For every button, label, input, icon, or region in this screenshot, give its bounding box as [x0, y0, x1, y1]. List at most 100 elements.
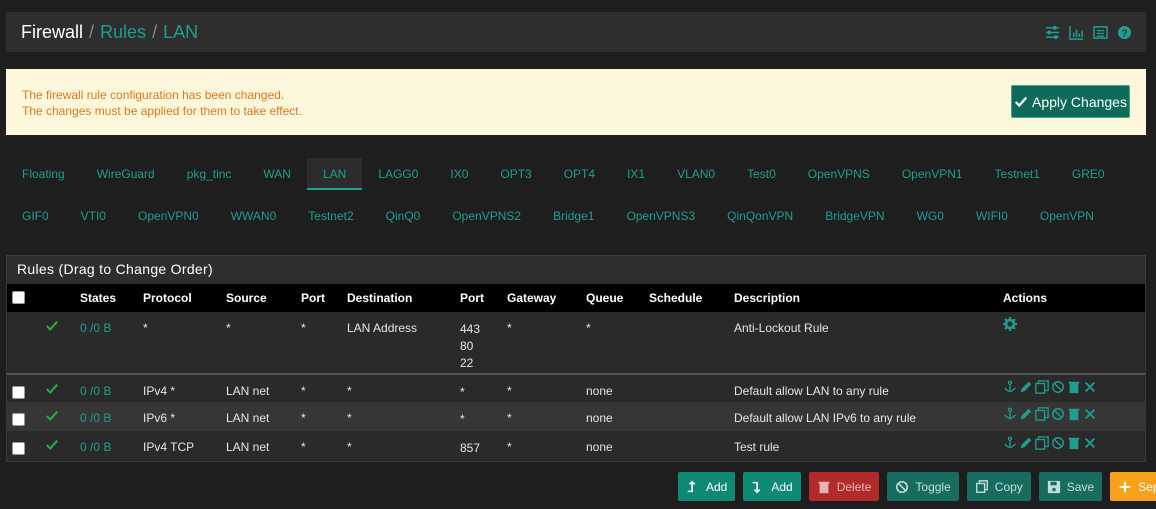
pencil-icon[interactable]: [1019, 407, 1033, 421]
col-states: States: [80, 291, 117, 305]
protocol-cell: IPv4 TCP: [143, 440, 195, 454]
ban-icon[interactable]: [1051, 436, 1065, 450]
panel-title: Rules (Drag to Change Order): [7, 256, 1145, 283]
actions-cell: [1003, 380, 1097, 394]
states-cell[interactable]: 0 /0 B: [80, 440, 111, 454]
tab-floating[interactable]: Floating: [6, 158, 81, 190]
clone-icon[interactable]: [1035, 380, 1049, 394]
alert-line-2: The changes must be applied for them to …: [22, 104, 302, 118]
pencil-icon[interactable]: [1019, 380, 1033, 394]
tab-lan[interactable]: LAN: [306, 158, 363, 190]
tab-wifi0[interactable]: WIFI0: [960, 200, 1024, 232]
trash-icon[interactable]: [1067, 380, 1081, 394]
copy-label: Copy: [994, 479, 1023, 494]
tab-vti0[interactable]: VTI0: [65, 200, 122, 232]
apply-changes-button[interactable]: Apply Changes: [1011, 85, 1130, 118]
gear-icon[interactable]: [1003, 317, 1017, 331]
tab-pkg-tinc[interactable]: pkg_tinc: [171, 158, 248, 190]
states-cell[interactable]: 0 /0 B: [80, 384, 111, 398]
breadcrumb-lan[interactable]: LAN: [163, 22, 198, 42]
col-source: Source: [226, 291, 267, 305]
svg-text:?: ?: [1121, 28, 1127, 39]
trash-icon[interactable]: [1067, 407, 1081, 421]
help-icon[interactable]: ?: [1117, 25, 1132, 40]
save-button[interactable]: Save: [1038, 472, 1103, 501]
tab-vlan0[interactable]: VLAN0: [661, 158, 731, 190]
queue-cell: *: [586, 321, 591, 335]
states-cell[interactable]: 0 /0 B: [80, 411, 111, 425]
tab-opt4[interactable]: OPT4: [548, 158, 611, 190]
row-checkbox[interactable]: [12, 386, 25, 399]
page-header: Firewall / Rules / LAN ?: [6, 12, 1146, 52]
tab-ix1[interactable]: IX1: [611, 158, 661, 190]
ban-icon[interactable]: [1051, 407, 1065, 421]
tab-gif0[interactable]: GIF0: [6, 200, 65, 232]
col-source-port: Port: [301, 291, 325, 305]
row-checkbox[interactable]: [12, 413, 25, 426]
delete-label: Delete: [836, 479, 872, 494]
breadcrumb-separator: /: [89, 21, 95, 42]
table-row[interactable]: 0 /0 B IPv6 * LAN net * * * * none Default allow…: [7, 402, 1145, 431]
tab-gre0[interactable]: GRE0: [1056, 158, 1121, 190]
tab-openvpns3[interactable]: OpenVPNS3: [610, 200, 711, 232]
pencil-icon[interactable]: [1019, 436, 1033, 450]
chart-icon[interactable]: [1069, 25, 1084, 40]
delete-button[interactable]: Delete: [808, 472, 880, 501]
tab-openvpns2[interactable]: OpenVPNS2: [436, 200, 537, 232]
gateway-cell: *: [507, 384, 512, 398]
tab-wan[interactable]: WAN: [247, 158, 307, 190]
tab-bridgevpn[interactable]: BridgeVPN: [809, 200, 900, 232]
status-check-icon[interactable]: [45, 438, 59, 455]
destination-cell: *: [347, 440, 352, 454]
list-icon[interactable]: [1093, 25, 1108, 40]
status-check-icon[interactable]: [45, 409, 59, 426]
source-cell: LAN net: [226, 384, 270, 398]
toggle-button[interactable]: Toggle: [887, 472, 959, 501]
anchor-icon[interactable]: [1003, 407, 1017, 421]
table-row[interactable]: 0 /0 B IPv4 * LAN net * * * * none Default allow…: [7, 373, 1145, 402]
tab-wg0[interactable]: WG0: [901, 200, 960, 232]
tab-test0[interactable]: Test0: [731, 158, 792, 190]
anchor-icon[interactable]: [1003, 380, 1017, 394]
close-icon[interactable]: [1083, 436, 1097, 450]
breadcrumb-rules[interactable]: Rules: [100, 22, 146, 42]
sliders-icon[interactable]: [1045, 25, 1060, 40]
description-cell: Test rule: [734, 440, 780, 454]
anchor-icon[interactable]: [1003, 436, 1017, 450]
tab-ix0[interactable]: IX0: [434, 158, 484, 190]
clone-icon[interactable]: [1035, 436, 1049, 450]
col-queue: Queue: [586, 291, 624, 305]
tab-lagg0[interactable]: LAGG0: [362, 158, 434, 190]
table-row[interactable]: 0 /0 B * * * LAN Address 443 80 22 * * Anti-Lock…: [7, 312, 1145, 373]
trash-icon[interactable]: [1067, 436, 1081, 450]
status-check-icon[interactable]: [45, 319, 59, 336]
gateway-cell: *: [507, 411, 512, 425]
tab-openvpn0[interactable]: OpenVPN0: [122, 200, 215, 232]
copy-button[interactable]: Copy: [966, 472, 1031, 501]
states-cell[interactable]: 0 /0 B: [80, 321, 111, 335]
ban-icon[interactable]: [1051, 380, 1065, 394]
row-checkbox[interactable]: [12, 442, 25, 455]
alert-message: The firewall rule configuration has been…: [22, 87, 302, 119]
add-rule-bottom-button[interactable]: Add: [743, 472, 801, 501]
select-all-checkbox[interactable]: [12, 291, 25, 304]
separator-button[interactable]: Separator: [1110, 472, 1156, 501]
close-icon[interactable]: [1083, 380, 1097, 394]
tab-bridge1[interactable]: Bridge1: [537, 200, 610, 232]
close-icon[interactable]: [1083, 407, 1097, 421]
tab-openvpn[interactable]: OpenVPN: [1024, 200, 1110, 232]
tab-qinq0[interactable]: QinQ0: [370, 200, 437, 232]
add-rule-top-button[interactable]: Add: [678, 472, 736, 501]
table-row[interactable]: 0 /0 B IPv4 TCP LAN net * * 857 * none Test rule: [7, 431, 1145, 460]
breadcrumb-firewall: Firewall: [21, 21, 84, 42]
tab-wireguard[interactable]: WireGuard: [81, 158, 171, 190]
tab-qinqonvpn[interactable]: QinQonVPN: [711, 200, 809, 232]
tab-openvpn1[interactable]: OpenVPN1: [886, 158, 979, 190]
clone-icon[interactable]: [1035, 407, 1049, 421]
tab-openvpns[interactable]: OpenVPNS: [792, 158, 886, 190]
tab-opt3[interactable]: OPT3: [484, 158, 547, 190]
tab-wwan0[interactable]: WWAN0: [215, 200, 293, 232]
tab-testnet1[interactable]: Testnet1: [979, 158, 1056, 190]
tab-testnet2[interactable]: Testnet2: [292, 200, 369, 232]
status-check-icon[interactable]: [45, 382, 59, 399]
